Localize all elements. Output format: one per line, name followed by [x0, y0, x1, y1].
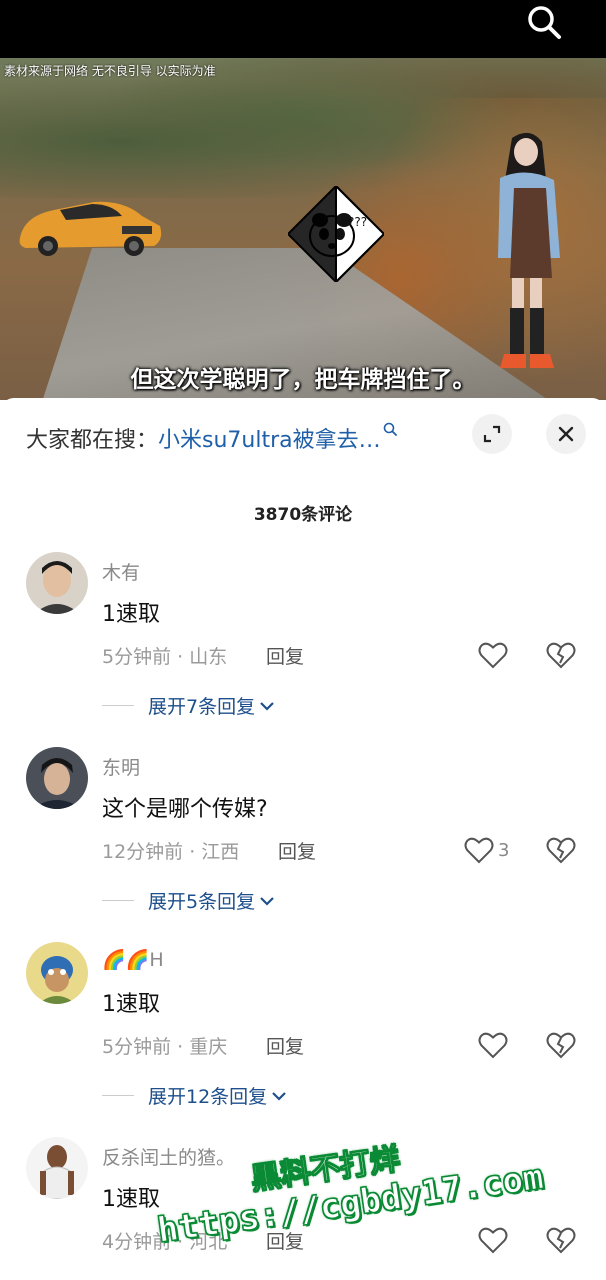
comment-username[interactable]: 木有 — [102, 558, 140, 585]
chevron-down-icon — [260, 701, 274, 711]
comment-username[interactable]: 反杀闰土的猹。 — [102, 1143, 235, 1170]
heart-icon — [478, 1032, 508, 1059]
video-player[interactable]: ??? 素材来源于网络 无不良引导 以实际为准 但这次学聪明了，把车牌挡住了。 — [0, 0, 606, 400]
avatar[interactable] — [26, 942, 88, 1004]
comment-username[interactable]: 🌈🌈H — [102, 948, 164, 971]
heart-icon — [478, 642, 508, 669]
comment-text: 1速取 — [102, 1187, 160, 1212]
chevron-down-icon — [260, 896, 274, 906]
comment-text: 1速取 — [102, 992, 160, 1017]
like-button[interactable] — [478, 1225, 512, 1255]
comment-meta: 5分钟前 · 山东 — [102, 646, 228, 668]
expand-replies[interactable]: 展开12条回复 — [102, 1082, 287, 1109]
reply-button[interactable]: 回复 — [266, 1227, 304, 1254]
dislike-button[interactable] — [544, 1225, 578, 1255]
comment-meta: 4分钟前 · 河北 — [102, 1231, 228, 1253]
avatar[interactable] — [26, 552, 88, 614]
expand-icon — [483, 425, 501, 443]
comment-text: 这个是哪个传媒? — [102, 797, 268, 822]
panda-sticker: ??? — [288, 186, 384, 282]
search-suggestion-prefix: 大家都在搜： — [26, 428, 159, 453]
heart-icon — [464, 837, 494, 864]
avatar[interactable] — [26, 747, 88, 809]
reply-button[interactable]: 回复 — [266, 642, 304, 669]
reply-button[interactable]: 回复 — [266, 1032, 304, 1059]
comment-meta: 12分钟前 · 江西 — [102, 841, 240, 863]
heart-icon — [478, 1227, 508, 1254]
dislike-button[interactable] — [544, 1030, 578, 1060]
avatar[interactable] — [26, 1137, 88, 1199]
comment-text: 1速取 — [102, 602, 160, 627]
like-count: 3 — [498, 839, 510, 861]
source-notice: 素材来源于网络 无不良引导 以实际为准 — [4, 64, 216, 78]
search-button[interactable] — [522, 0, 566, 44]
divider — [102, 900, 134, 901]
search-suggestion-query[interactable]: 小米su7ultra被拿去… — [158, 428, 381, 453]
sticker-text: ??? — [348, 215, 367, 229]
divider — [102, 1095, 134, 1096]
search-icon — [528, 6, 561, 39]
broken-heart-icon — [546, 642, 576, 669]
expand-replies-label: 展开12条回复 — [148, 1086, 268, 1108]
small-search-icon — [383, 422, 397, 436]
broken-heart-icon — [546, 1032, 576, 1059]
comment-meta: 5分钟前 · 重庆 — [102, 1036, 228, 1058]
video-subtitle: 但这次学聪明了，把车牌挡住了。 — [130, 367, 476, 393]
avatar-image — [26, 942, 88, 1004]
expand-replies[interactable]: 展开7条回复 — [102, 692, 275, 719]
search-suggestion[interactable]: 大家都在搜：小米su7ultra被拿去… — [26, 422, 397, 454]
like-button[interactable] — [478, 1030, 512, 1060]
video-top-bar — [0, 0, 606, 58]
close-icon — [558, 426, 574, 442]
expand-replies[interactable]: 展开5条回复 — [102, 887, 275, 914]
expand-replies-label: 展开7条回复 — [148, 696, 256, 718]
broken-heart-icon — [546, 837, 576, 864]
divider — [102, 705, 134, 706]
avatar-image — [26, 747, 88, 809]
avatar-image — [26, 552, 88, 614]
like-button[interactable]: 3 — [464, 835, 509, 865]
comment-username[interactable]: 东明 — [102, 753, 140, 780]
car-image — [19, 201, 162, 256]
broken-heart-icon — [546, 1227, 576, 1254]
avatar-image — [26, 1137, 88, 1199]
dislike-button[interactable] — [544, 835, 578, 865]
chevron-down-icon — [272, 1091, 286, 1101]
comment-count: 3870条评论 — [253, 505, 353, 525]
like-button[interactable] — [478, 640, 512, 670]
close-button[interactable] — [546, 414, 586, 454]
expand-replies-label: 展开5条回复 — [148, 891, 256, 913]
fullscreen-button[interactable] — [472, 414, 512, 454]
person-image — [498, 132, 560, 368]
reply-button[interactable]: 回复 — [278, 837, 316, 864]
dislike-button[interactable] — [544, 640, 578, 670]
